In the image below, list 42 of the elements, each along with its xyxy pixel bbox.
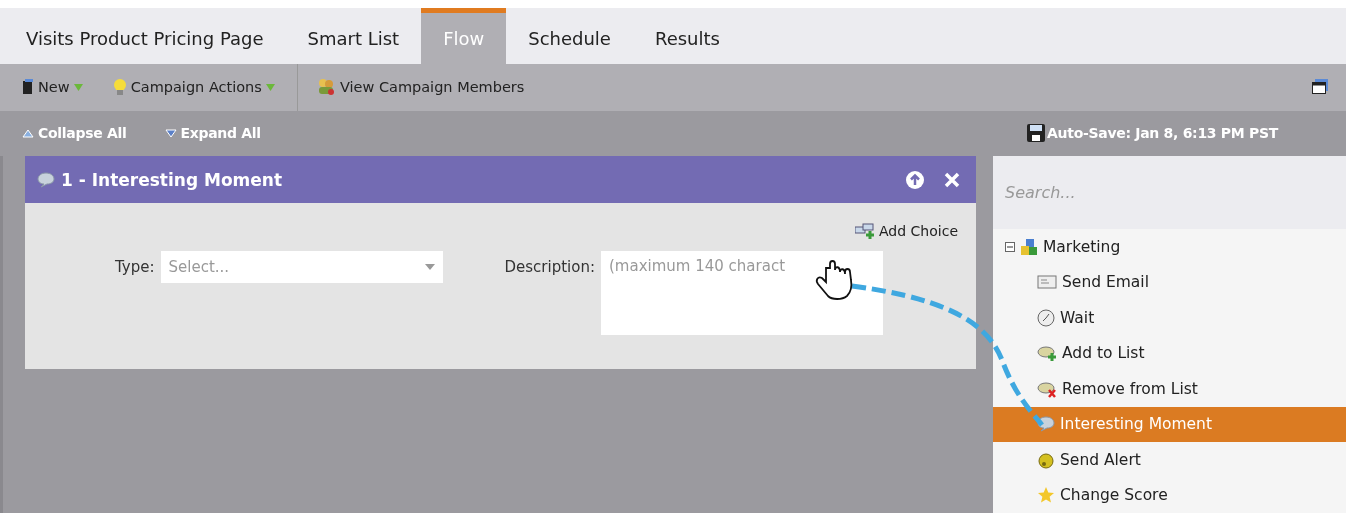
tab[interactable]: Results: [632, 8, 742, 64]
hand-cursor-icon: [815, 260, 853, 300]
step-title: 1 - Interesting Moment: [61, 169, 283, 190]
tree-item[interactable]: Send Email: [993, 264, 1346, 300]
speech-bubble-icon: [1037, 416, 1055, 433]
close-icon[interactable]: [944, 171, 960, 188]
star-icon: [1037, 486, 1055, 505]
toolbar-button[interactable]: Campaign Actions: [112, 78, 275, 97]
window-icon[interactable]: [1312, 79, 1328, 96]
tree-item[interactable]: Wait: [993, 300, 1346, 336]
add-choice-link[interactable]: Add Choice: [855, 223, 958, 239]
list-add-icon: [1037, 344, 1057, 363]
lightbulb-icon: [112, 78, 127, 97]
caret-icon: [424, 264, 435, 270]
triangle-down-icon: [164, 128, 177, 138]
toolbar-button[interactable]: View Campaign Members: [315, 78, 525, 97]
tab[interactable]: Visits Product Pricing Page: [4, 8, 286, 64]
tree-item[interactable]: Send Alert: [993, 442, 1346, 478]
tab[interactable]: Schedule: [506, 8, 633, 64]
tree-item[interactable]: Add to List: [993, 335, 1346, 371]
tree-item[interactable]: Remove from List: [993, 371, 1346, 407]
caret-icon: [265, 83, 275, 91]
list-remove-icon: [1037, 379, 1057, 398]
type-label: Type:: [115, 258, 155, 276]
speech-bubble-icon: [37, 171, 55, 188]
autosave-text: Auto-Save: Jan 8, 6:13 PM PST: [1047, 125, 1278, 142]
description-field[interactable]: (maximum 140 charact: [601, 251, 883, 335]
blocks-icon: [1020, 237, 1038, 256]
tree-item[interactable]: Marketing: [993, 229, 1346, 265]
envelope-icon: [1037, 274, 1057, 291]
collapse-icon[interactable]: [1005, 241, 1015, 252]
bell-icon: [1037, 450, 1055, 469]
description-label: Description:: [504, 258, 595, 276]
tree-item[interactable]: Change Score: [993, 477, 1346, 513]
triangle-up-icon: [22, 128, 34, 138]
book-icon: [22, 79, 34, 96]
clock-icon: [1037, 308, 1055, 327]
caret-icon: [73, 83, 83, 91]
arrow-up-icon[interactable]: [906, 170, 924, 189]
tab[interactable]: Smart List: [285, 8, 422, 64]
toolbar-button[interactable]: New: [22, 79, 83, 96]
search-field[interactable]: Search...: [993, 156, 1346, 229]
